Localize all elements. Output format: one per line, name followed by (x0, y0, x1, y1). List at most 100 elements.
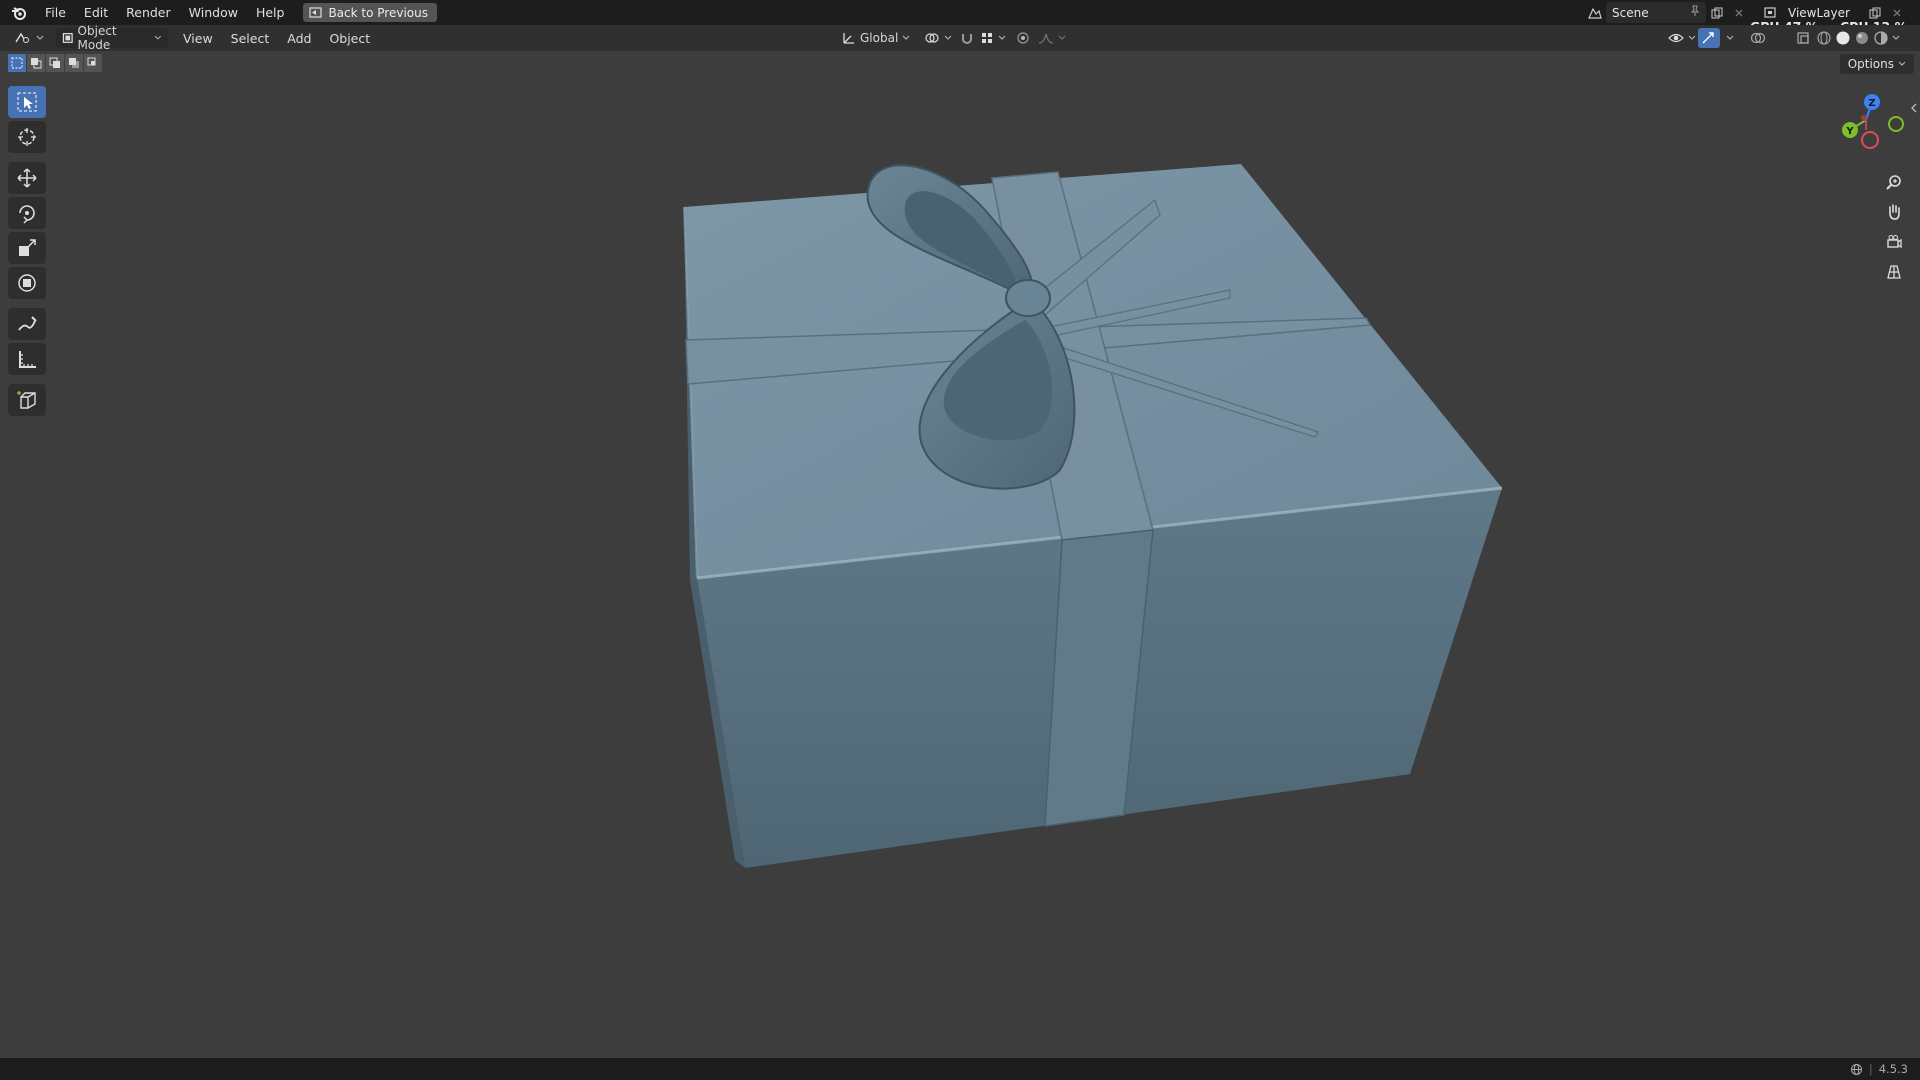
chevron-down-icon (1898, 61, 1906, 66)
globe-icon[interactable] (1850, 1063, 1863, 1076)
axis-x-icon[interactable] (1861, 115, 1867, 121)
scene-name-field[interactable]: Scene (1606, 2, 1706, 23)
pivot-icon (925, 33, 939, 43)
chevron-down-icon (998, 35, 1006, 40)
select-intersect-icon[interactable] (84, 54, 102, 72)
cursor-icon (18, 128, 36, 146)
material-shading-icon[interactable] (1854, 30, 1870, 46)
menu-window[interactable]: Window (180, 0, 247, 25)
zoom-icon (1886, 175, 1901, 190)
overlays-icon (1750, 32, 1766, 44)
menu-file[interactable]: File (36, 0, 75, 25)
cursor-tool[interactable] (8, 121, 46, 153)
perspective-toggle-button[interactable] (1880, 258, 1908, 286)
menu-select[interactable]: Select (222, 31, 279, 46)
object-mode-dropdown[interactable]: Object Mode (56, 24, 168, 52)
add-cube-icon (17, 391, 36, 409)
rendered-shading-icon[interactable] (1873, 30, 1889, 46)
options-dropdown[interactable]: Options (1839, 54, 1914, 74)
eye-icon (1668, 33, 1684, 43)
viewport-canvas[interactable] (0, 51, 1920, 1058)
visibility-dropdown[interactable] (1662, 28, 1702, 48)
chevron-down-icon (154, 35, 162, 40)
scene-name: Scene (1612, 5, 1649, 20)
select-subtract-icon[interactable] (46, 54, 64, 72)
editor-type-button[interactable] (8, 28, 50, 48)
scale-tool[interactable] (8, 232, 46, 264)
scale-icon (19, 239, 36, 256)
select-invert-icon[interactable] (65, 54, 83, 72)
measure-tool[interactable] (8, 343, 46, 375)
axis-neg-x-icon[interactable] (1861, 131, 1879, 149)
pan-view-button[interactable] (1880, 198, 1908, 226)
scene-icon[interactable] (1584, 2, 1606, 23)
back-to-previous-label: Back to Previous (328, 5, 428, 20)
move-tool[interactable] (8, 162, 46, 194)
axis-neg-y-icon[interactable] (1888, 116, 1904, 132)
rotate-tool[interactable] (8, 197, 46, 229)
wireframe-shading-icon[interactable] (1816, 30, 1832, 46)
ribbon-bow-knot (1005, 279, 1051, 317)
grid-perspective-icon (1887, 265, 1901, 279)
chevron-down-icon (1058, 35, 1066, 40)
transform-tool[interactable] (8, 267, 46, 299)
annotate-pencil-icon (18, 316, 37, 331)
camera-icon (1887, 235, 1902, 249)
back-icon (309, 7, 323, 18)
menu-edit[interactable]: Edit (75, 0, 117, 25)
viewport-header: Object Mode View Select Add Object Globa… (0, 24, 1920, 52)
menu-object[interactable]: Object (320, 31, 379, 46)
axis-y-label: Y (1845, 126, 1854, 137)
navigation-gizmo[interactable]: Z Y (1826, 90, 1906, 170)
gift-box[interactable] (683, 164, 1503, 868)
selection-mode-strip (8, 54, 108, 74)
annotate-tool[interactable] (8, 308, 46, 340)
axis-z-label: Z (1868, 98, 1875, 109)
chevron-down-icon (36, 35, 44, 40)
back-to-previous-button[interactable]: Back to Previous (303, 3, 437, 22)
overlays-toggle[interactable] (1744, 28, 1772, 48)
scene-selector: Scene (1584, 2, 1750, 23)
gizmo-toggle[interactable] (1698, 28, 1720, 48)
proportional-edit-icon (1017, 32, 1029, 44)
menu-render[interactable]: Render (117, 0, 180, 25)
editor-type-icon (15, 32, 29, 43)
transform-icon (18, 274, 36, 292)
object-mode-icon (62, 33, 73, 43)
select-box-tool[interactable] (8, 86, 46, 118)
menu-help[interactable]: Help (247, 0, 294, 25)
gizmo-icon (1702, 32, 1714, 44)
select-new-icon[interactable] (8, 54, 26, 72)
left-toolbar (8, 86, 48, 419)
chevron-down-icon[interactable] (1892, 35, 1900, 41)
menu-add[interactable]: Add (278, 31, 320, 46)
transform-orientation-dropdown[interactable]: Global (836, 28, 916, 48)
solid-shading-icon[interactable] (1835, 30, 1851, 46)
status-bar: | 4.5.3 (0, 1058, 1920, 1080)
version-number: 4.5.3 (1878, 1062, 1908, 1076)
snap-grid-icon (982, 33, 992, 43)
proportional-falloff-dropdown[interactable] (1032, 28, 1072, 48)
chevron-down-icon (902, 35, 910, 40)
ruler-icon (19, 351, 36, 368)
new-scene-icon[interactable] (1706, 2, 1728, 23)
snap-target-dropdown[interactable] (974, 28, 1012, 48)
xray-toggle[interactable] (1790, 28, 1816, 48)
chevron-down-icon (1688, 35, 1696, 40)
camera-view-button[interactable] (1880, 228, 1908, 256)
options-label: Options (1847, 57, 1894, 71)
zoom-view-button[interactable] (1880, 168, 1908, 196)
sidebar-toggle-icon[interactable] (1910, 102, 1918, 117)
select-box-icon (17, 92, 37, 112)
orientation-icon (843, 33, 854, 44)
object-mode-label: Object Mode (77, 24, 117, 52)
blender-logo-icon[interactable] (8, 2, 30, 24)
delete-scene-icon[interactable] (1728, 2, 1750, 23)
hand-icon (1889, 204, 1900, 220)
pivot-point-dropdown[interactable] (918, 28, 958, 48)
add-cube-tool[interactable] (8, 384, 46, 416)
pin-icon[interactable] (1690, 5, 1700, 20)
select-extend-icon[interactable] (27, 54, 45, 72)
menu-view[interactable]: View (174, 31, 222, 46)
gizmo-dropdown[interactable] (1720, 28, 1740, 48)
